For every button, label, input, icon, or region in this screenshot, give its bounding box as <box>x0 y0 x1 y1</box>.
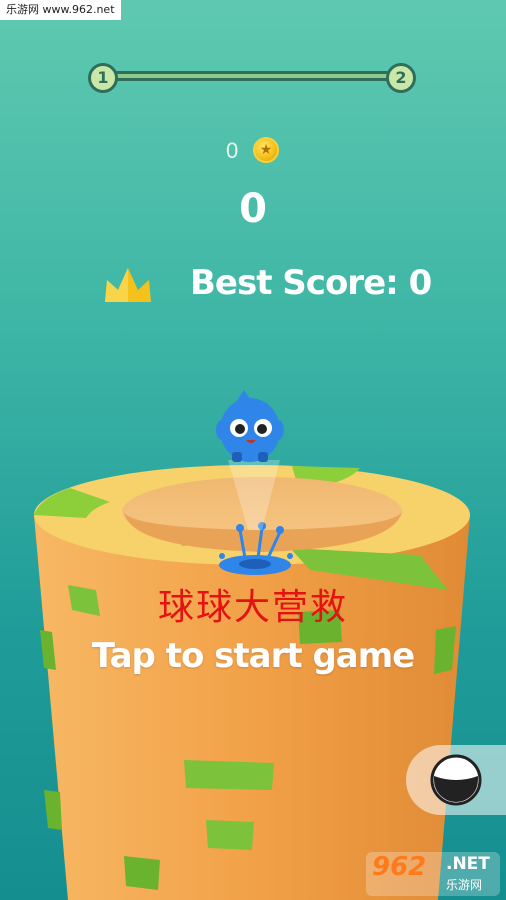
coin-count: 0 <box>226 138 239 163</box>
tower <box>34 460 470 900</box>
ball-character <box>216 390 284 462</box>
current-level-badge: 1 <box>88 63 118 93</box>
best-score: Best Score: 0 <box>190 263 432 303</box>
watermark-suffix: .NET <box>446 854 490 874</box>
skin-selector-button[interactable] <box>406 745 506 815</box>
level-progress-bar <box>100 71 406 81</box>
next-level-badge: 2 <box>386 63 416 93</box>
coin-icon: ★ <box>253 137 279 163</box>
skin-selector-icon <box>430 754 482 806</box>
current-score: 0 <box>239 186 267 232</box>
watermark-site-cn: 乐游网 <box>446 878 483 892</box>
crown-icon <box>105 268 151 302</box>
watermark-number: 962 <box>372 852 427 882</box>
tap-to-start[interactable]: Tap to start game <box>0 636 506 676</box>
watermark-top: 乐游网 www.962.net <box>0 0 121 20</box>
game-title: 球球大营救 <box>157 587 348 628</box>
